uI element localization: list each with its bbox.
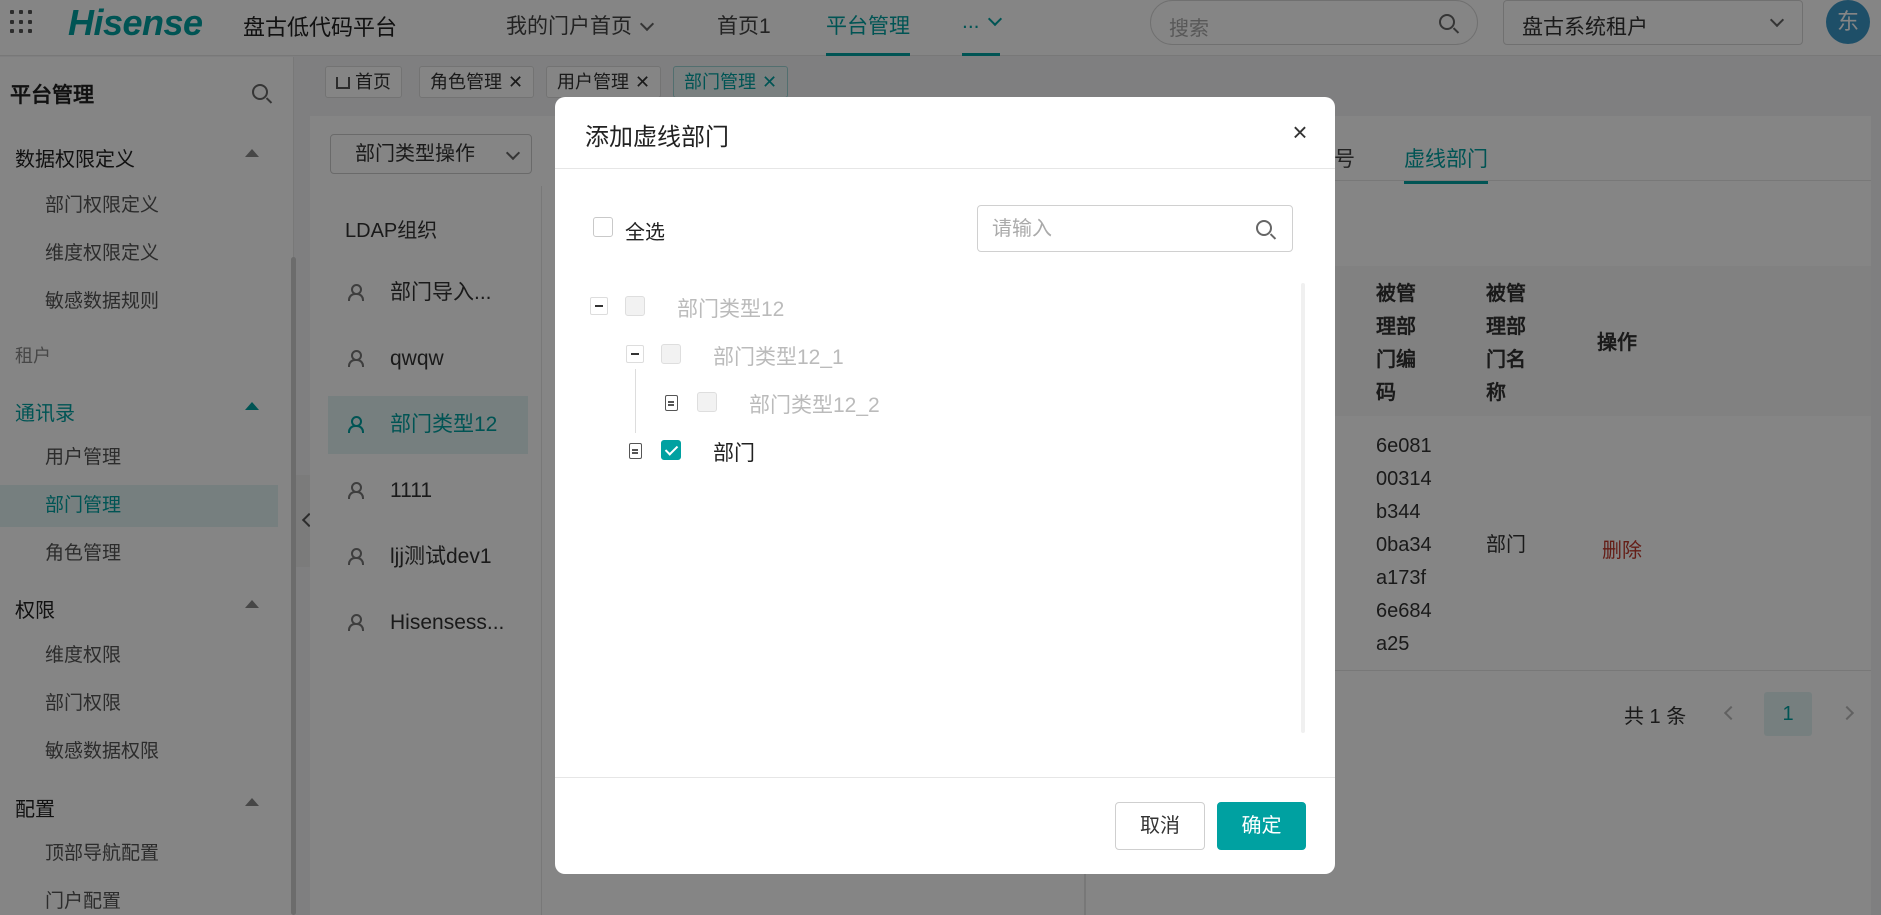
tree-scrollbar[interactable] — [1301, 283, 1305, 733]
dialog-search-field[interactable] — [977, 205, 1293, 252]
document-icon — [629, 443, 642, 459]
tree-node-label: 部门类型12_1 — [713, 346, 844, 369]
tree-collapse-icon[interactable] — [590, 297, 608, 315]
close-icon[interactable]: × — [1285, 117, 1315, 147]
confirm-button[interactable]: 确定 — [1217, 802, 1306, 850]
tree-node-label: 部门类型12_2 — [749, 394, 880, 417]
select-all-checkbox[interactable] — [593, 217, 613, 237]
add-dotted-dept-dialog: 添加虚线部门 × 全选 部门类型12 部门类型12_1 部门类型12_2 部门 … — [555, 97, 1335, 874]
tree-collapse-icon[interactable] — [626, 345, 644, 363]
dialog-search-input[interactable] — [992, 214, 1242, 244]
tree-node-checkbox — [661, 344, 681, 364]
dialog-divider — [555, 168, 1335, 169]
tree-guide-line — [635, 369, 636, 433]
tree-node-label[interactable]: 部门 — [713, 437, 755, 467]
tree-node-label: 部门类型12 — [677, 298, 785, 321]
select-all-label: 全选 — [625, 222, 665, 244]
tree-node-checkbox — [697, 392, 717, 412]
tree-node-checkbox-checked[interactable] — [661, 440, 681, 460]
tree-node-checkbox — [625, 296, 645, 316]
search-icon[interactable] — [1256, 220, 1272, 236]
cancel-button[interactable]: 取消 — [1115, 802, 1205, 850]
document-icon — [665, 395, 678, 411]
dialog-footer-divider — [555, 777, 1335, 778]
dialog-title: 添加虚线部门 — [585, 124, 729, 151]
